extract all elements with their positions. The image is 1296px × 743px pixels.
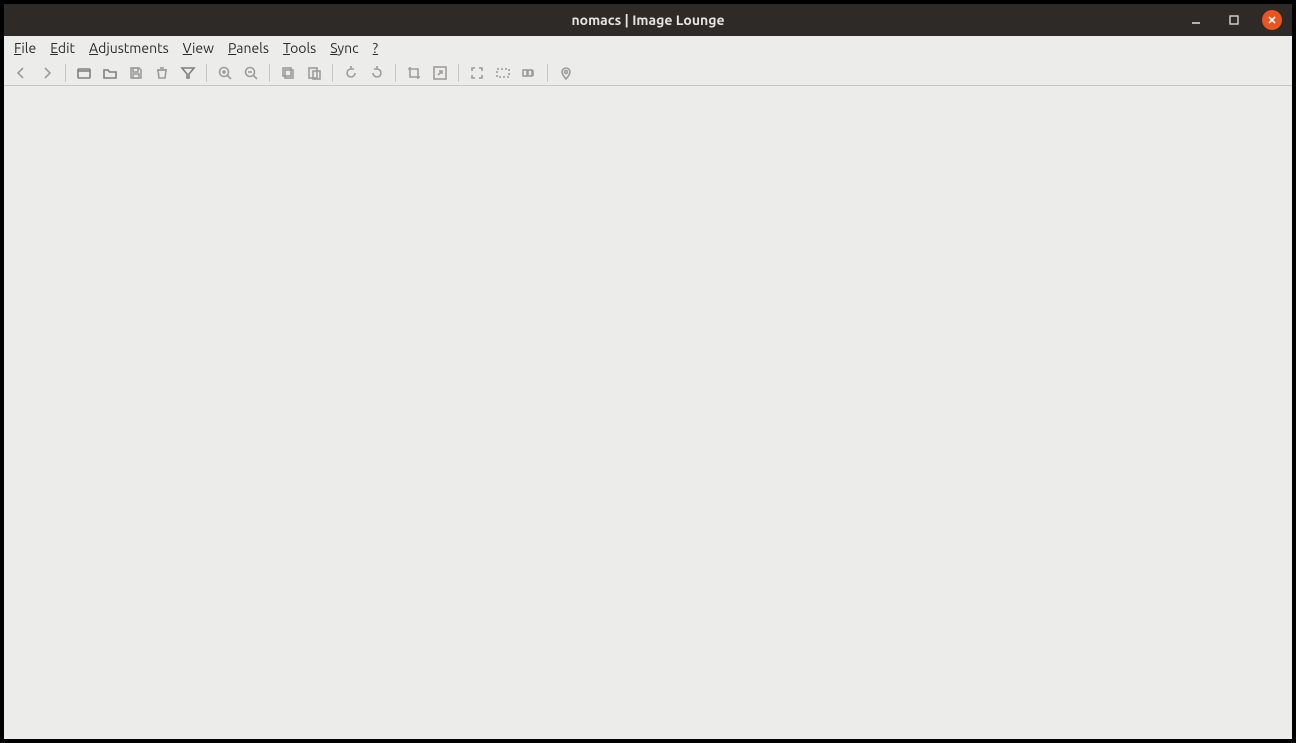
maximize-button[interactable]	[1224, 10, 1244, 30]
toolbar-separator	[332, 64, 333, 82]
fullscreen-icon[interactable]	[466, 62, 488, 84]
toolbar-separator	[206, 64, 207, 82]
menu-edit[interactable]: Edit	[50, 40, 75, 56]
crop-icon[interactable]	[403, 62, 425, 84]
gps-icon[interactable]	[555, 62, 577, 84]
menu-tools[interactable]: Tools	[283, 40, 316, 56]
toolbar-separator	[395, 64, 396, 82]
titlebar: nomacs | Image Lounge	[4, 4, 1292, 36]
app-window: nomacs | Image Lounge File Edit Adjustme…	[3, 3, 1293, 740]
menu-view[interactable]: View	[183, 40, 214, 56]
zoom-in-icon[interactable]	[214, 62, 236, 84]
window-title: nomacs | Image Lounge	[571, 12, 724, 28]
thumbnails-icon[interactable]	[518, 62, 540, 84]
filter-icon[interactable]	[177, 62, 199, 84]
next-icon[interactable]	[36, 62, 58, 84]
rotate-ccw-icon[interactable]	[340, 62, 362, 84]
save-icon[interactable]	[125, 62, 147, 84]
delete-icon[interactable]	[151, 62, 173, 84]
minimize-button[interactable]	[1186, 10, 1206, 30]
open-file-icon[interactable]	[73, 62, 95, 84]
menu-adjustments[interactable]: Adjustments	[89, 40, 169, 56]
close-button[interactable]	[1262, 10, 1282, 30]
open-folder-icon[interactable]	[99, 62, 121, 84]
resize-icon[interactable]	[429, 62, 451, 84]
rotate-cw-icon[interactable]	[366, 62, 388, 84]
menu-panels[interactable]: Panels	[228, 40, 269, 56]
window-controls	[1186, 4, 1286, 36]
zoom-out-icon[interactable]	[240, 62, 262, 84]
toolbar-separator	[269, 64, 270, 82]
toolbar	[4, 60, 1292, 86]
menu-sync[interactable]: Sync	[330, 40, 358, 56]
toolbar-separator	[458, 64, 459, 82]
copy-icon[interactable]	[277, 62, 299, 84]
toolbar-separator	[547, 64, 548, 82]
paste-icon[interactable]	[303, 62, 325, 84]
fit-window-icon[interactable]	[492, 62, 514, 84]
menu-file[interactable]: File	[14, 40, 36, 56]
image-canvas[interactable]	[4, 86, 1292, 739]
toolbar-separator	[65, 64, 66, 82]
menu-help[interactable]: ?	[373, 40, 378, 56]
previous-icon[interactable]	[10, 62, 32, 84]
menubar: File Edit Adjustments View Panels Tools …	[4, 36, 1292, 60]
